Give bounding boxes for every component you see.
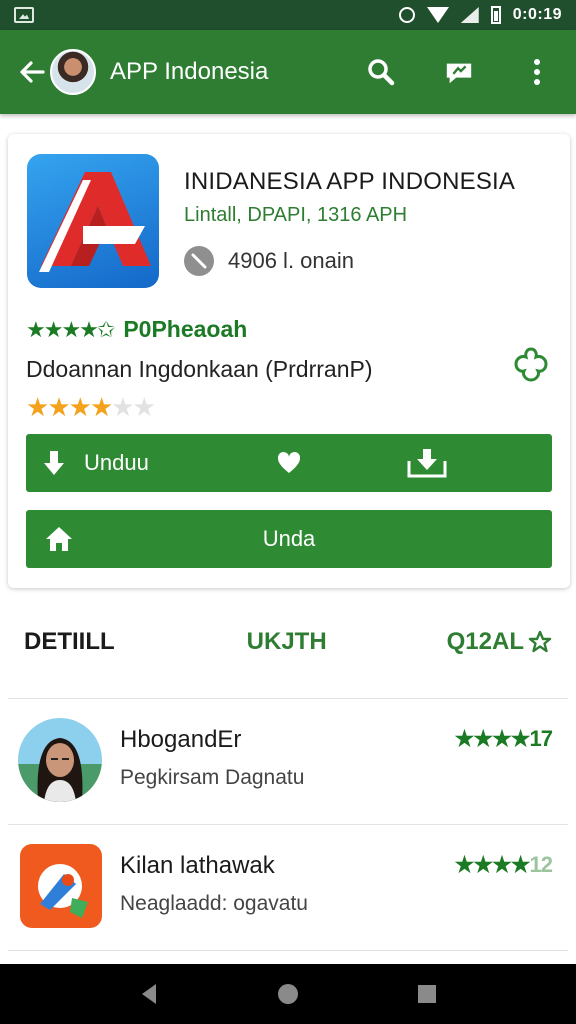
alarm-icon [398,7,415,23]
system-nav-bar [0,964,576,1024]
app-bar-actions [366,57,552,87]
profile-avatar[interactable] [50,49,96,95]
divider [8,698,568,699]
signal-icon [460,7,479,23]
download-button[interactable]: Unduu [26,434,552,492]
installs-count: 4906 l. onain [228,248,354,273]
screen: 0:0:19 APP Indonesia INIDANESIA APP INDO… [0,0,576,1024]
list-item-title: Kilan lathawak [120,852,275,879]
app-rocket-icon [20,844,102,928]
star-outline-icon [528,630,552,653]
reviewer-avatar [18,718,102,802]
list-item-rating-count: 17 [529,726,554,751]
nav-home-icon[interactable] [275,981,301,1007]
more-options-icon[interactable] [522,57,552,87]
list-item-stars: ★★★★ [454,852,531,877]
tab-bar: DETIILL UKJTH Q12AL [0,612,576,672]
install-button[interactable]: Unda [26,510,552,568]
share-icon[interactable] [510,344,552,386]
nav-back-icon[interactable] [136,981,162,1007]
divider [8,824,568,825]
rating-label: P0Pheaoah [123,316,248,342]
list-item-rating-count: 12 [529,852,554,877]
app-bar: APP Indonesia [0,30,576,114]
list-item-subtitle: Pegkirsam Dagnatu [120,766,305,789]
list-item-rating: ★★★★12 [454,852,554,878]
nav-recents-icon[interactable] [414,981,440,1007]
wifi-icon [426,7,449,23]
rating-star[interactable]: ★ [26,392,49,422]
search-icon[interactable] [366,57,396,87]
download-arrow-icon [42,449,66,477]
heart-icon[interactable] [276,450,302,476]
app-bar-title: APP Indonesia [110,58,269,85]
rating-star[interactable]: ★ [133,392,156,422]
tab-right[interactable]: Q12AL [447,628,552,656]
list-item-rating: ★★★★17 [454,726,554,752]
rating-star[interactable]: ★ [90,392,113,422]
app-logo-icon [27,154,159,288]
install-button-label: Unda [262,526,316,551]
user-rating-stars[interactable]: ★★★★★★ [26,392,156,423]
download-tray-icon[interactable] [406,447,448,479]
rating-stars: ★★★★✩ [26,316,115,342]
list-item-subtitle: Neaglaadd: ogavatu [120,892,308,915]
app-category: Ddoannan Ingdonkaan (PrdrranP) [26,356,373,382]
share-chat-icon[interactable] [444,57,474,87]
battery-icon [490,6,501,24]
gallery-notification-icon [14,7,34,23]
tab-details[interactable]: DETIILL [24,628,115,656]
tab-middle[interactable]: UKJTH [247,628,327,656]
rating-star[interactable]: ★ [47,392,70,422]
list-item[interactable]: Kilan lathawak Neaglaadd: ogavatu ★★★★12 [0,830,576,950]
back-arrow-icon[interactable] [18,58,46,86]
no-ads-icon [184,246,214,276]
list-item-stars: ★★★★ [454,726,531,751]
developer-link[interactable]: Lintall, DPAPI, 1316 APH [184,204,407,227]
installs-row: 4906 l. onain [184,246,354,276]
rating-row: ★★★★✩ P0Pheaoah [26,316,247,343]
list-item[interactable]: HbogandEr Pegkirsam Dagnatu ★★★★17 [0,704,576,824]
app-name: INIDANESIA APP INDONESIA [184,168,516,195]
status-clock: 0:0:19 [512,6,562,23]
status-bar: 0:0:19 [0,0,576,30]
rating-star[interactable]: ★ [69,392,92,422]
divider [8,950,568,951]
tab-right-label: Q12AL [446,628,524,655]
download-button-label: Unduu [84,450,149,475]
list-item-title: HbogandEr [120,726,242,753]
app-detail-card: INIDANESIA APP INDONESIA Lintall, DPAPI,… [8,134,570,588]
status-icons: 0:0:19 [398,6,562,24]
rating-star[interactable]: ★ [111,392,134,422]
